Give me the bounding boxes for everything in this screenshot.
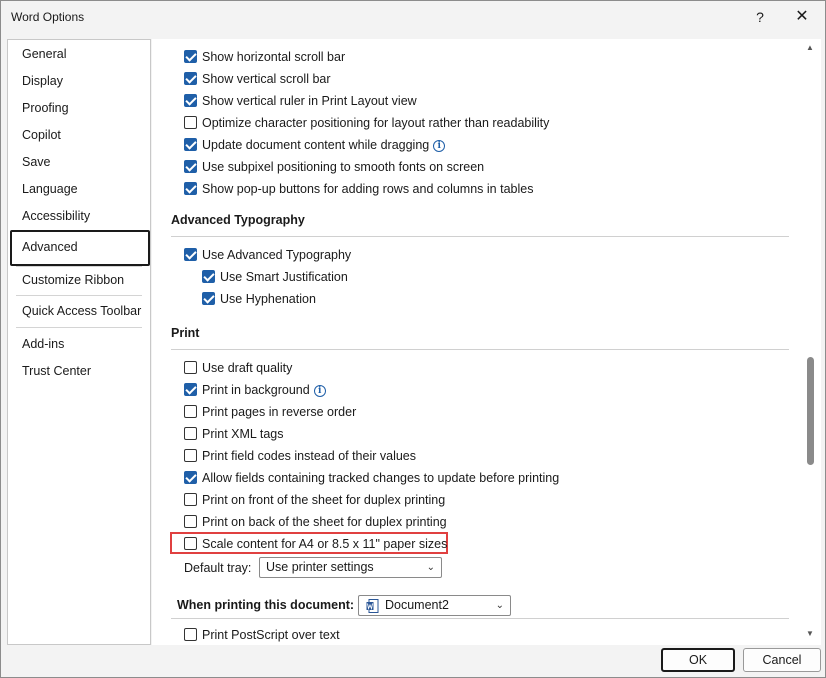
option-label: Use Hyphenation <box>220 292 316 306</box>
option-label: Show horizontal scroll bar <box>202 50 346 64</box>
nav-item-customize-ribbon[interactable]: Customize Ribbon <box>22 273 124 287</box>
checkbox[interactable] <box>184 537 197 550</box>
option-label: Print pages in reverse order <box>202 405 357 419</box>
checkbox[interactable] <box>184 515 197 528</box>
scroll-up-arrow-icon[interactable]: ▲ <box>806 43 814 52</box>
nav-divider <box>16 327 142 328</box>
option-label: Print on back of the sheet for duplex pr… <box>202 515 447 529</box>
checkbox[interactable] <box>202 270 215 283</box>
info-icon[interactable]: i <box>433 140 446 152</box>
checkbox[interactable] <box>184 116 197 129</box>
option-label: Show vertical ruler in Print Layout view <box>202 94 417 108</box>
option-label: Print PostScript over text <box>202 628 340 642</box>
when-printing-label: When printing this document: <box>177 598 355 612</box>
checkbox[interactable] <box>184 182 197 195</box>
word-options-dialog: Word Options ? ✕ General Display Proofin… <box>0 0 826 678</box>
checkbox[interactable] <box>184 628 197 641</box>
option-label: Use subpixel positioning to smooth fonts… <box>202 160 485 174</box>
nav-item-add-ins[interactable]: Add-ins <box>22 337 64 351</box>
option-label: Show vertical scroll bar <box>202 72 331 86</box>
nav-item-language[interactable]: Language <box>22 182 78 196</box>
nav-item-quick-access-toolbar[interactable]: Quick Access Toolbar <box>22 304 141 318</box>
section-divider <box>171 618 789 619</box>
checkbox[interactable] <box>184 72 197 85</box>
title-bar: Word Options ? ✕ <box>1 1 825 33</box>
default-tray-dropdown[interactable]: Use printer settings ⌄ <box>259 557 442 578</box>
checkbox[interactable] <box>184 493 197 506</box>
nav-item-accessibility[interactable]: Accessibility <box>22 209 90 223</box>
advanced-options-panel: Show horizontal scroll bar Show vertical… <box>152 39 821 645</box>
option-label: Print field codes instead of their value… <box>202 449 417 463</box>
ok-button[interactable]: OK <box>661 648 735 672</box>
option-label: Use Advanced Typography <box>202 248 352 262</box>
checkbox[interactable] <box>184 361 197 374</box>
nav-item-proofing[interactable]: Proofing <box>22 101 69 115</box>
option-label: Use draft quality <box>202 361 293 375</box>
option-label: Show pop-up buttons for adding rows and … <box>202 182 534 196</box>
nav-divider <box>16 295 142 296</box>
checkbox[interactable] <box>184 471 197 484</box>
vertical-scrollbar[interactable]: ▲ ▼ <box>801 39 821 645</box>
default-tray-label: Default tray: <box>184 561 252 575</box>
checkbox[interactable] <box>202 292 215 305</box>
document-dropdown[interactable]: Document2 ⌄ <box>358 595 511 616</box>
option-label-with-info: Print in background i <box>202 381 326 399</box>
word-document-icon <box>366 599 379 613</box>
option-label: Update document content while dragging <box>202 138 430 152</box>
option-label: Print on front of the sheet for duplex p… <box>202 493 446 507</box>
dialog-title: Word Options <box>11 10 85 24</box>
section-heading-print: Print <box>171 326 200 340</box>
checkbox[interactable] <box>184 50 197 63</box>
checkbox[interactable] <box>184 405 197 418</box>
default-tray-value: Use printer settings <box>266 560 374 574</box>
checkbox[interactable] <box>184 449 197 462</box>
option-label: Use Smart Justification <box>220 270 348 284</box>
chevron-down-icon: ⌄ <box>495 600 504 611</box>
scroll-down-arrow-icon[interactable]: ▼ <box>806 629 814 638</box>
checkbox[interactable] <box>184 160 197 173</box>
cancel-button[interactable]: Cancel <box>743 648 821 672</box>
help-icon[interactable]: ? <box>745 5 775 29</box>
section-heading-advanced-typography: Advanced Typography <box>171 213 305 227</box>
nav-divider <box>16 266 142 267</box>
chevron-down-icon: ⌄ <box>426 562 435 573</box>
nav-item-trust-center[interactable]: Trust Center <box>22 364 91 378</box>
close-icon[interactable]: ✕ <box>787 5 817 29</box>
option-label-with-info: Update document content while dragging i <box>202 136 446 154</box>
section-divider <box>171 349 789 350</box>
checkbox[interactable] <box>184 248 197 261</box>
scrollbar-thumb[interactable] <box>807 357 814 465</box>
nav-item-advanced[interactable]: Advanced <box>22 240 78 254</box>
nav-item-copilot[interactable]: Copilot <box>22 128 61 142</box>
option-label: Optimize character positioning for layou… <box>202 116 550 130</box>
options-nav: General Display Proofing Copilot Save La… <box>7 39 151 645</box>
checkbox[interactable] <box>184 383 197 396</box>
option-label: Print XML tags <box>202 427 284 441</box>
nav-item-display[interactable]: Display <box>22 74 63 88</box>
nav-item-save[interactable]: Save <box>22 155 51 169</box>
nav-item-general[interactable]: General <box>22 47 66 61</box>
checkbox[interactable] <box>184 94 197 107</box>
document-name: Document2 <box>385 598 449 612</box>
info-icon[interactable]: i <box>313 385 326 397</box>
option-label: Allow fields containing tracked changes … <box>202 471 560 485</box>
section-divider <box>171 236 789 237</box>
option-label: Print in background <box>202 383 310 397</box>
checkbox[interactable] <box>184 427 197 440</box>
option-label: Scale content for A4 or 8.5 x 11" paper … <box>202 537 448 551</box>
checkbox[interactable] <box>184 138 197 151</box>
